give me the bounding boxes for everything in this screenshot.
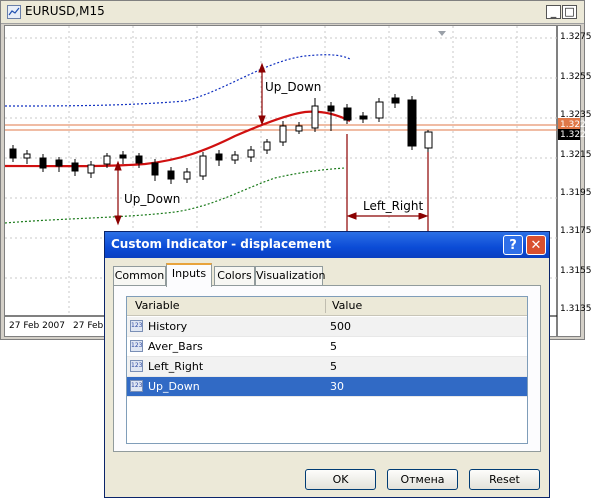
custom-indicator-dialog: Custom Indicator - displacement ? ✕ Comm… xyxy=(104,231,550,498)
inputs-grid[interactable]: Variable Value 123 History 500 123 Aver_… xyxy=(126,296,528,444)
price-label: 1.3155 xyxy=(560,266,592,276)
table-row-selected[interactable]: 123 Up_Down 30 xyxy=(127,377,527,397)
inputs-tab-panel: Variable Value 123 History 500 123 Aver_… xyxy=(113,285,541,452)
table-row[interactable]: 123 Aver_Bars 5 xyxy=(127,337,527,357)
variable-name: Left_Right xyxy=(148,360,204,373)
dialog-titlebar[interactable]: Custom Indicator - displacement ? ✕ xyxy=(105,232,549,258)
variable-name: History xyxy=(148,320,188,333)
up-down-label-bottom: Up_Down xyxy=(123,192,182,206)
price-label: 1.3175 xyxy=(560,226,592,236)
price-label: 1.3235 xyxy=(560,110,592,120)
price-label: 1.3275 xyxy=(560,32,592,42)
integer-type-icon: 123 xyxy=(130,380,143,392)
tab-inputs[interactable]: Inputs xyxy=(166,263,212,287)
chart-close-button[interactable] xyxy=(578,5,583,19)
price-label: 1.3195 xyxy=(560,188,592,198)
column-separator[interactable] xyxy=(325,299,326,313)
variable-value[interactable]: 5 xyxy=(330,340,337,353)
table-row[interactable]: 123 Left_Right 5 xyxy=(127,357,527,377)
price-label: 1.3255 xyxy=(560,72,592,82)
dialog-close-button[interactable]: ✕ xyxy=(526,235,546,255)
integer-type-icon: 123 xyxy=(130,360,143,372)
grid-header: Variable Value xyxy=(127,297,527,316)
tab-common[interactable]: Common xyxy=(113,266,166,286)
left-right-label: Left_Right xyxy=(362,199,425,213)
column-header-value[interactable]: Value xyxy=(332,299,362,312)
maximize-button[interactable]: □ xyxy=(562,5,577,19)
up-down-label-top: Up_Down xyxy=(264,80,323,94)
chart-window-icon xyxy=(7,5,21,19)
ok-button[interactable]: OK xyxy=(305,469,376,490)
date-label: 27 Feb xyxy=(73,321,104,331)
price-marker-label: 1.3228 xyxy=(560,120,592,130)
left-right-arrow xyxy=(346,134,429,231)
price-label: 1.3215 xyxy=(560,150,592,160)
up-down-arrow-bottom xyxy=(114,160,122,226)
chart-window-title: EURUSD,M15 xyxy=(25,4,105,18)
chart-shift-marker[interactable] xyxy=(438,31,446,36)
tab-colors[interactable]: Colors xyxy=(214,266,255,286)
date-label: 27 Feb 2007 xyxy=(9,321,66,331)
variable-value[interactable]: 5 xyxy=(330,360,337,373)
up-down-arrow-top xyxy=(258,62,266,126)
variable-name: Aver_Bars xyxy=(148,340,203,353)
cancel-button[interactable]: Отмена xyxy=(387,469,458,490)
variable-value[interactable]: 500 xyxy=(330,320,351,333)
variable-name: Up_Down xyxy=(148,380,200,393)
integer-type-icon: 123 xyxy=(130,320,143,332)
candlesticks xyxy=(9,94,433,184)
reset-button[interactable]: Reset xyxy=(469,469,540,490)
integer-type-icon: 123 xyxy=(130,340,143,352)
variable-value[interactable]: 30 xyxy=(330,380,344,393)
minimize-button[interactable]: _ xyxy=(546,5,561,19)
price-label: 1.3135 xyxy=(560,304,592,314)
help-button[interactable]: ? xyxy=(503,235,523,255)
tab-visualization[interactable]: Visualization xyxy=(255,266,325,286)
table-row[interactable]: 123 History 500 xyxy=(127,317,527,337)
bid-price-label: 1.3226 xyxy=(560,130,592,140)
chart-titlebar: EURUSD,M15 _ □ xyxy=(1,1,584,24)
column-header-variable[interactable]: Variable xyxy=(135,299,180,312)
dialog-title: Custom Indicator - displacement xyxy=(111,237,332,251)
